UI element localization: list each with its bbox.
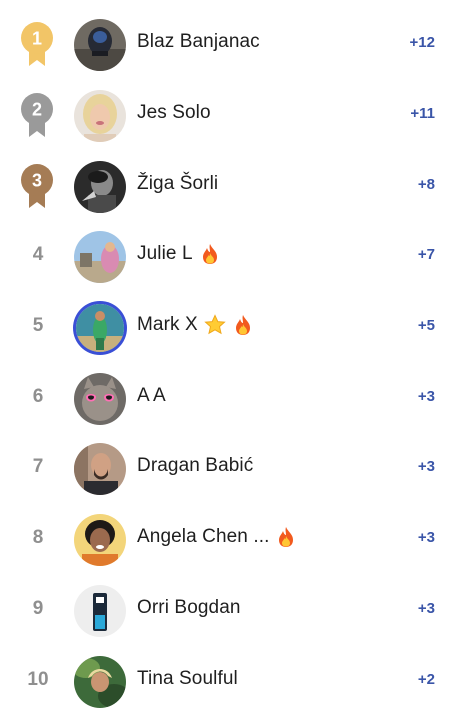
score-value: +3: [417, 388, 435, 405]
leaderboard-row[interactable]: 9 Orri Bogdan +3: [0, 576, 455, 646]
user-name: Angela Chen ...: [137, 526, 270, 547]
bronze-medal-icon: 3: [20, 162, 54, 212]
avatar-bw-portrait-photo[interactable]: [74, 161, 126, 213]
user-name: Julie L: [137, 243, 193, 264]
leaderboard-row[interactable]: 6 A A +3: [0, 364, 455, 434]
user-name: Žiga Šorli: [137, 173, 219, 194]
avatar-product-photo[interactable]: [74, 585, 126, 637]
rank-number: 4: [32, 244, 44, 265]
leaderboard-row[interactable]: 8 Angela Chen ... +3: [0, 505, 455, 575]
leaderboard-row[interactable]: 4 Julie L +7: [0, 222, 455, 292]
user-name: Tina Soulful: [137, 668, 238, 689]
leaderboard-row[interactable]: 3 Žiga Šorli +8: [0, 152, 455, 222]
user-name: A A: [137, 385, 166, 406]
avatar-nature-photo[interactable]: [74, 656, 126, 708]
leaderboard-row[interactable]: 7 Dragan Babić +3: [0, 434, 455, 504]
rank-number: 6: [32, 386, 44, 407]
rank-number: 2: [32, 100, 42, 120]
avatar-car-photo[interactable]: [74, 19, 126, 71]
user-name: Jes Solo: [137, 102, 211, 123]
avatar-cat-sunglasses-photo[interactable]: [74, 373, 126, 425]
leaderboard-row[interactable]: 5 Mark X +5: [0, 293, 455, 363]
leaderboard-row[interactable]: 2 Jes Solo +11: [0, 81, 455, 151]
avatar-beach-photo[interactable]: [76, 304, 124, 352]
score-value: +8: [417, 176, 435, 193]
rank-number: 7: [32, 456, 44, 477]
user-name: Mark X: [137, 314, 198, 335]
user-name: Blaz Banjanac: [137, 31, 260, 52]
score-value: +7: [417, 246, 435, 263]
rank-number: 9: [32, 598, 44, 619]
avatar-woman-portrait-photo[interactable]: [74, 514, 126, 566]
rank-number: 5: [32, 315, 44, 336]
avatar-outdoor-photo[interactable]: [74, 231, 126, 283]
user-name: Orri Bogdan: [137, 597, 241, 618]
gold-medal-icon: 1: [20, 20, 54, 70]
rank-number: 10: [27, 669, 49, 690]
avatar-man-portrait-photo[interactable]: [74, 443, 126, 495]
leaderboard-list: 1 Blaz Banjanac +12 2 Jes Solo +11 3 Žig…: [0, 0, 455, 720]
fire-icon: [275, 526, 297, 548]
score-value: +3: [417, 458, 435, 475]
score-value: +3: [417, 529, 435, 546]
star-icon: [204, 314, 226, 336]
score-value: +2: [417, 671, 435, 688]
fire-icon: [232, 314, 254, 336]
leaderboard-row[interactable]: 10 Tina Soulful +2: [0, 647, 455, 717]
silver-medal-icon: 2: [20, 91, 54, 141]
fire-icon: [199, 243, 221, 265]
leaderboard-row[interactable]: 1 Blaz Banjanac +12: [0, 10, 455, 80]
avatar-blonde-woman-photo[interactable]: [74, 90, 126, 142]
rank-number: 3: [32, 171, 42, 191]
score-value: +12: [409, 34, 435, 51]
user-name: Dragan Babić: [137, 455, 254, 476]
score-value: +11: [410, 105, 435, 122]
score-value: +5: [417, 317, 435, 334]
rank-number: 1: [32, 29, 42, 49]
score-value: +3: [417, 600, 435, 617]
rank-number: 8: [32, 527, 44, 548]
